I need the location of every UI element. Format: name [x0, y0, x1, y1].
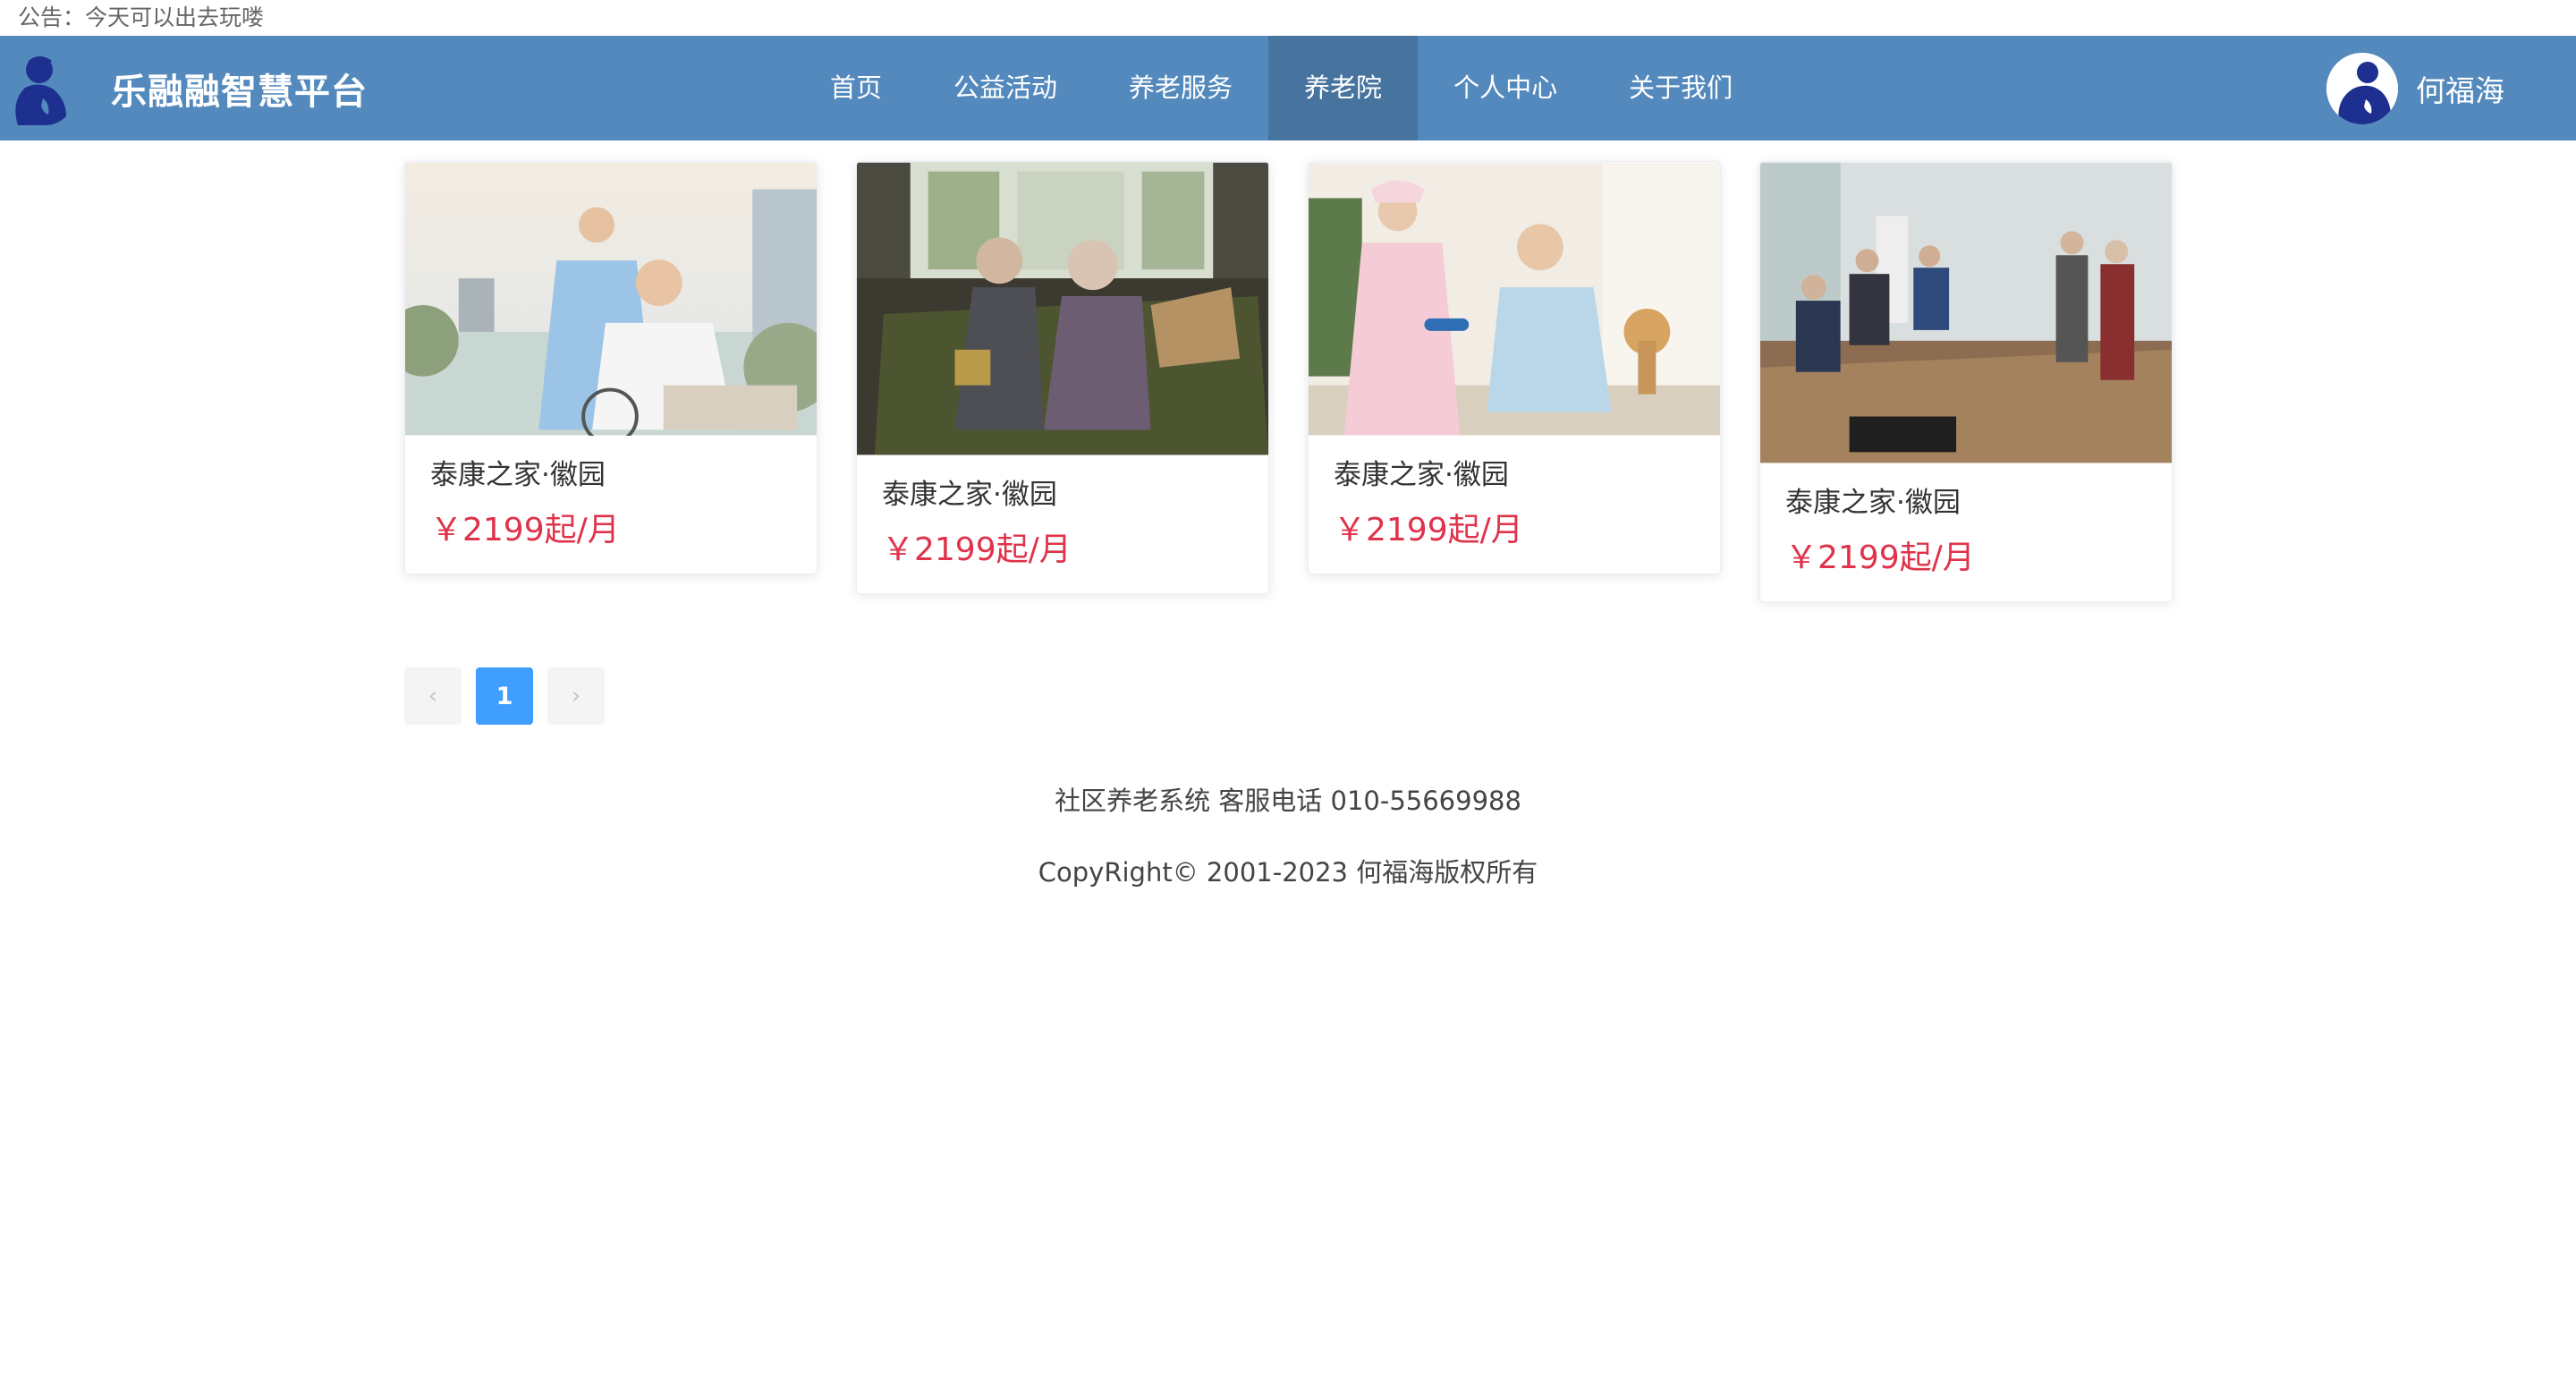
nursing-home-price: ￥2199起/月	[1334, 512, 1523, 548]
avatar[interactable]	[2326, 52, 2398, 124]
page-number-button[interactable]: 1	[476, 667, 533, 725]
user-menu[interactable]: 何福海	[2326, 36, 2504, 140]
nursing-home-photo	[405, 162, 817, 436]
nav-about-us[interactable]: 关于我们	[1593, 36, 1768, 140]
nursing-home-name: 泰康之家·徽园	[430, 459, 606, 491]
nursing-home-card[interactable]: 泰康之家·徽园 ￥2199起/月	[856, 161, 1269, 594]
user-name: 何福海	[2416, 72, 2504, 108]
nav-personal-center[interactable]: 个人中心	[1418, 36, 1593, 140]
main-nav: 首页 公益活动 养老服务 养老院 个人中心 关于我们	[794, 36, 1768, 140]
user-avatar-icon	[2326, 52, 2398, 124]
prev-page-button[interactable]: ‹	[404, 667, 462, 725]
nav-charity-activities[interactable]: 公益活动	[918, 36, 1093, 140]
announcement-text: 公告：今天可以出去玩喽	[18, 4, 265, 30]
nursing-home-card[interactable]: 泰康之家·徽园 ￥2199起/月	[404, 161, 818, 574]
nav-elderly-services[interactable]: 养老服务	[1093, 36, 1268, 140]
nursing-home-card[interactable]: 泰康之家·徽园 ￥2199起/月	[1308, 161, 1721, 574]
nav-nursing-homes[interactable]: 养老院	[1268, 36, 1419, 140]
nursing-home-name: 泰康之家·徽园	[1785, 487, 1961, 519]
nursing-home-price: ￥2199起/月	[430, 512, 620, 548]
pagination: ‹ 1 ›	[404, 667, 605, 725]
footer-copyright: CopyRight© 2001-2023 何福海版权所有	[1038, 857, 1538, 888]
nursing-home-name: 泰康之家·徽园	[882, 479, 1057, 511]
brand[interactable]: 乐融融智慧平台	[0, 36, 368, 140]
nursing-home-price: ￥2199起/月	[1785, 540, 1975, 576]
top-navbar: 乐融融智慧平台 首页 公益活动 养老服务 养老院 个人中心 关于我们 何福海	[0, 36, 2576, 140]
nursing-home-photo	[1760, 162, 2172, 463]
nursing-home-photo	[1309, 162, 1720, 436]
nursing-home-price: ￥2199起/月	[882, 531, 1072, 568]
footer-service-info: 社区养老系统 客服电话 010-55669988	[1055, 786, 1521, 816]
nursing-home-photo	[857, 162, 1268, 455]
nursing-home-name: 泰康之家·徽园	[1334, 459, 1509, 491]
brand-name: 乐融融智慧平台	[111, 71, 368, 113]
next-page-button[interactable]: ›	[547, 667, 605, 725]
nursing-home-card[interactable]: 泰康之家·徽园 ￥2199起/月	[1759, 161, 2173, 602]
nav-home[interactable]: 首页	[794, 36, 918, 140]
elder-logo-icon	[15, 55, 66, 125]
